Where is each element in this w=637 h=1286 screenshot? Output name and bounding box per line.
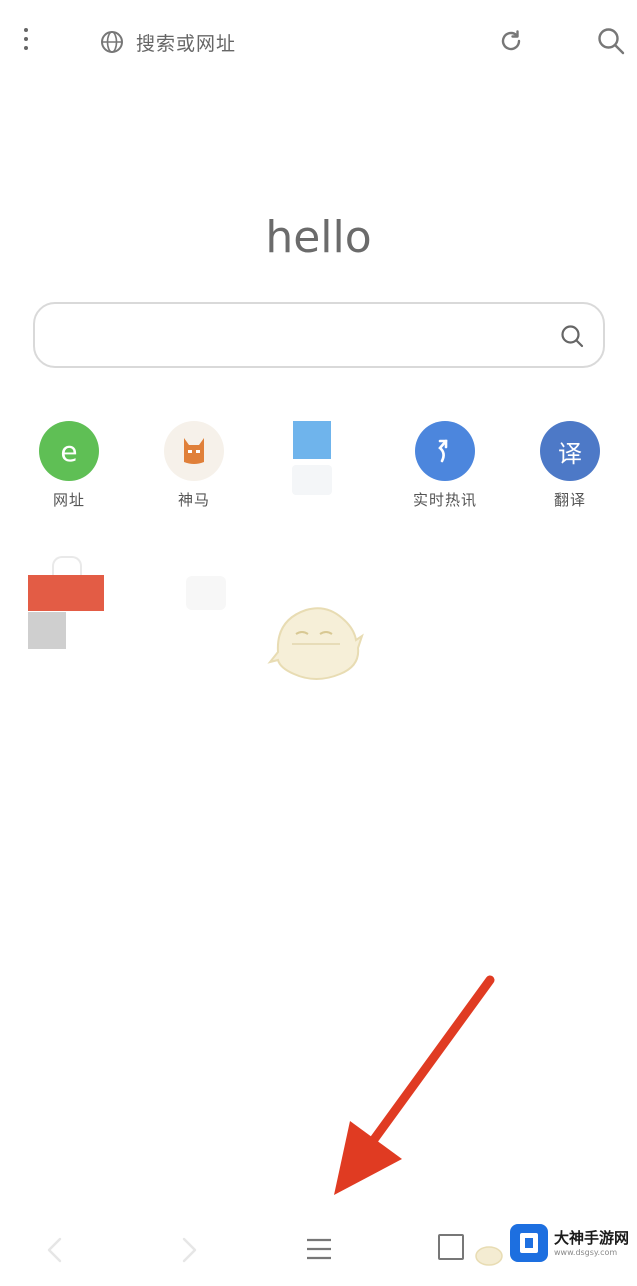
top-bar: 搜索或网址 [0,0,637,84]
tile-handle [52,556,82,576]
search-input[interactable] [53,318,553,352]
site-watermark: 大神手游网 www.dsgsy.com [510,1224,632,1264]
shortcut-label: 网址 [52,491,85,509]
browser-home-page: 搜索或网址 hello e 网址 神马 实时热讯 译 翻译 大神手游网 www.… [0,0,637,1286]
shenma-logo-icon [164,421,224,481]
greeting-text: hello [265,212,372,263]
forward-icon[interactable] [178,1236,200,1264]
shortcut-hot-news[interactable]: 实时热讯 [395,421,495,510]
e-logo-icon: e [39,421,99,481]
hot-news-icon [415,421,475,481]
shortcut-glyph: 译 [558,439,582,468]
translate-icon: 译 [540,421,600,481]
back-icon[interactable] [44,1236,66,1264]
menu-icon[interactable] [305,1234,333,1264]
vertical-dots-icon[interactable] [22,28,32,54]
box-logo-icon [510,1224,548,1262]
red-tile[interactable] [28,575,104,611]
red-arrow-annotation [334,975,495,1195]
watermark-url: www.dsgsy.com [554,1248,618,1257]
globe-icon [101,31,123,53]
arrow-turn-icon [438,439,448,463]
shortcut-websites[interactable]: e 网址 [19,421,119,510]
address-bar[interactable]: 搜索或网址 [136,29,236,56]
shortcut-label: 神马 [177,491,210,509]
shortcut-placeholder [292,465,332,495]
shortcut-blank[interactable] [262,421,362,495]
watermark-name: 大神手游网 [554,1229,630,1247]
shortcut-label: 翻译 [553,491,586,509]
home-icon[interactable] [474,1242,504,1266]
search-icon[interactable] [596,26,626,56]
tabs-icon[interactable] [438,1234,464,1260]
shortcut-label: 实时热讯 [412,491,477,509]
refresh-icon[interactable] [497,27,525,55]
grey-tile[interactable] [28,612,66,649]
faint-tile [186,576,226,610]
shortcut-translate[interactable]: 译 翻译 [520,421,620,510]
search-icon[interactable] [559,323,585,349]
ghost-mascot-icon [267,607,364,680]
search-box[interactable] [33,302,605,368]
shortcut-shenma[interactable]: 神马 [144,421,244,510]
fox-icon [184,438,204,464]
shortcut-glyph: e [60,434,78,468]
blue-square-icon [293,421,331,459]
